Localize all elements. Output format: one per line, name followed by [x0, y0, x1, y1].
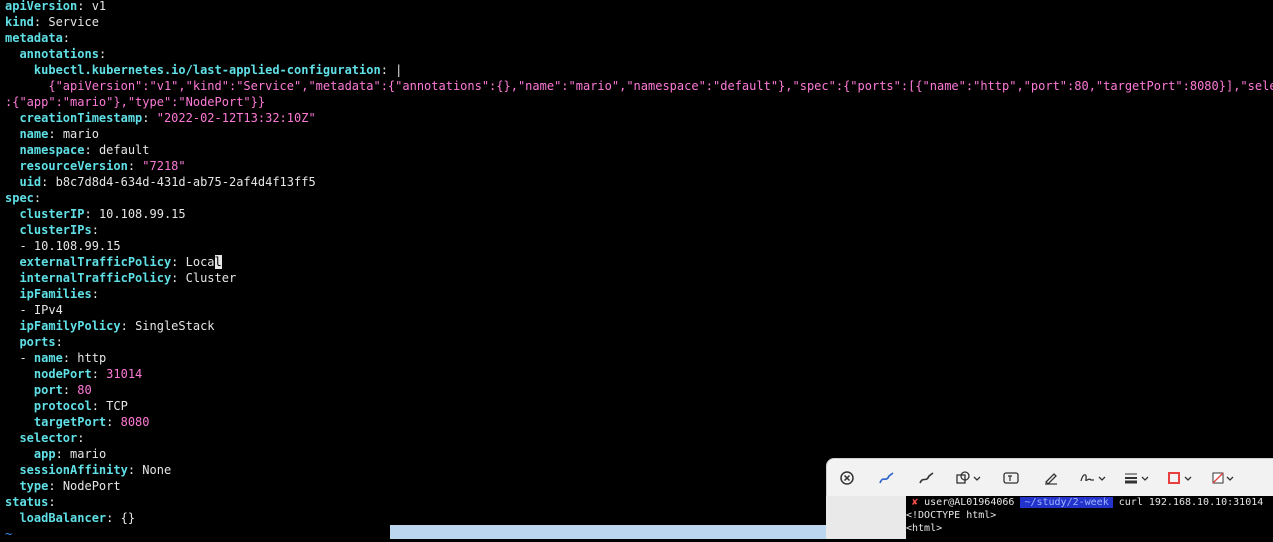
yaml-line: apiVersion: v1 — [5, 0, 107, 13]
terminal-output-line: <html> — [906, 523, 943, 534]
yaml-line: externalTrafficPolicy: Local — [19, 255, 222, 269]
close-circle-icon[interactable] — [827, 459, 867, 497]
highlighter-icon[interactable] — [1031, 459, 1071, 497]
text-box-icon[interactable] — [991, 459, 1031, 497]
yaml-line: protocol: TCP — [33, 399, 128, 413]
error-mark-icon: ✘ — [912, 497, 919, 508]
yaml-line: port: 80 — [33, 383, 92, 397]
markup-toolbar — [826, 458, 1273, 498]
yaml-line: :{"app":"mario"},"type":"NodePort"}} — [5, 95, 266, 109]
yaml-line: resourceVersion: "7218" — [19, 159, 186, 173]
yaml-line: uid: b8c7d8d4-634d-431d-ab75-2af4d4f13ff… — [19, 175, 316, 189]
yaml-line: internalTrafficPolicy: Cluster — [19, 271, 237, 285]
text-cursor: l — [214, 255, 222, 269]
signature-icon[interactable] — [1071, 459, 1115, 497]
fill-color-icon[interactable] — [1203, 459, 1243, 497]
pen-icon[interactable] — [867, 459, 907, 497]
terminal-prompt-line: ✘ user@AL01964066 ~/study/2-week curl 19… — [912, 497, 1264, 508]
terminal-output-line: <!DOCTYPE html> — [906, 510, 997, 521]
yaml-line: ipFamilies: — [19, 287, 99, 301]
line-weight-icon[interactable] — [1115, 459, 1159, 497]
border-color-icon[interactable] — [1159, 459, 1203, 497]
yaml-line: annotations: — [19, 47, 107, 61]
yaml-line: - IPv4 — [19, 303, 63, 317]
yaml-line: nodePort: 31014 — [33, 367, 143, 381]
pencil-icon[interactable] — [907, 459, 947, 497]
yaml-line: metadata: — [5, 31, 71, 45]
shapes-icon[interactable] — [947, 459, 991, 497]
yaml-line: - name: http — [5, 351, 107, 365]
background-window-strip — [390, 525, 830, 539]
yaml-line: clusterIPs: — [19, 223, 99, 237]
yaml-line: ipFamilyPolicy: SingleStack — [19, 319, 215, 333]
yaml-line: namespace: default — [19, 143, 150, 157]
yaml-line: kind: Service — [5, 15, 99, 29]
yaml-line: name: mario — [19, 127, 99, 141]
yaml-line: targetPort: 8080 — [33, 415, 150, 429]
background-terminal: ✘ user@AL01964066 ~/study/2-week curl 19… — [906, 496, 1273, 539]
prompt-path: ~/study/2-week — [1020, 497, 1113, 508]
yaml-line: creationTimestamp: "2022-02-12T13:32:10Z… — [19, 111, 316, 125]
yaml-line: spec: — [5, 191, 42, 205]
background-window-pane — [826, 496, 906, 539]
yaml-line: clusterIP: 10.108.99.15 — [19, 207, 186, 221]
yaml-line: {"apiVersion":"v1","kind":"Service","met… — [48, 79, 1273, 93]
yaml-line: ports: — [19, 335, 63, 349]
yaml-line: selector: — [19, 431, 85, 445]
yaml-line: kubectl.kubernetes.io/last-applied-confi… — [33, 63, 403, 77]
yaml-line: - 10.108.99.15 — [19, 239, 121, 253]
